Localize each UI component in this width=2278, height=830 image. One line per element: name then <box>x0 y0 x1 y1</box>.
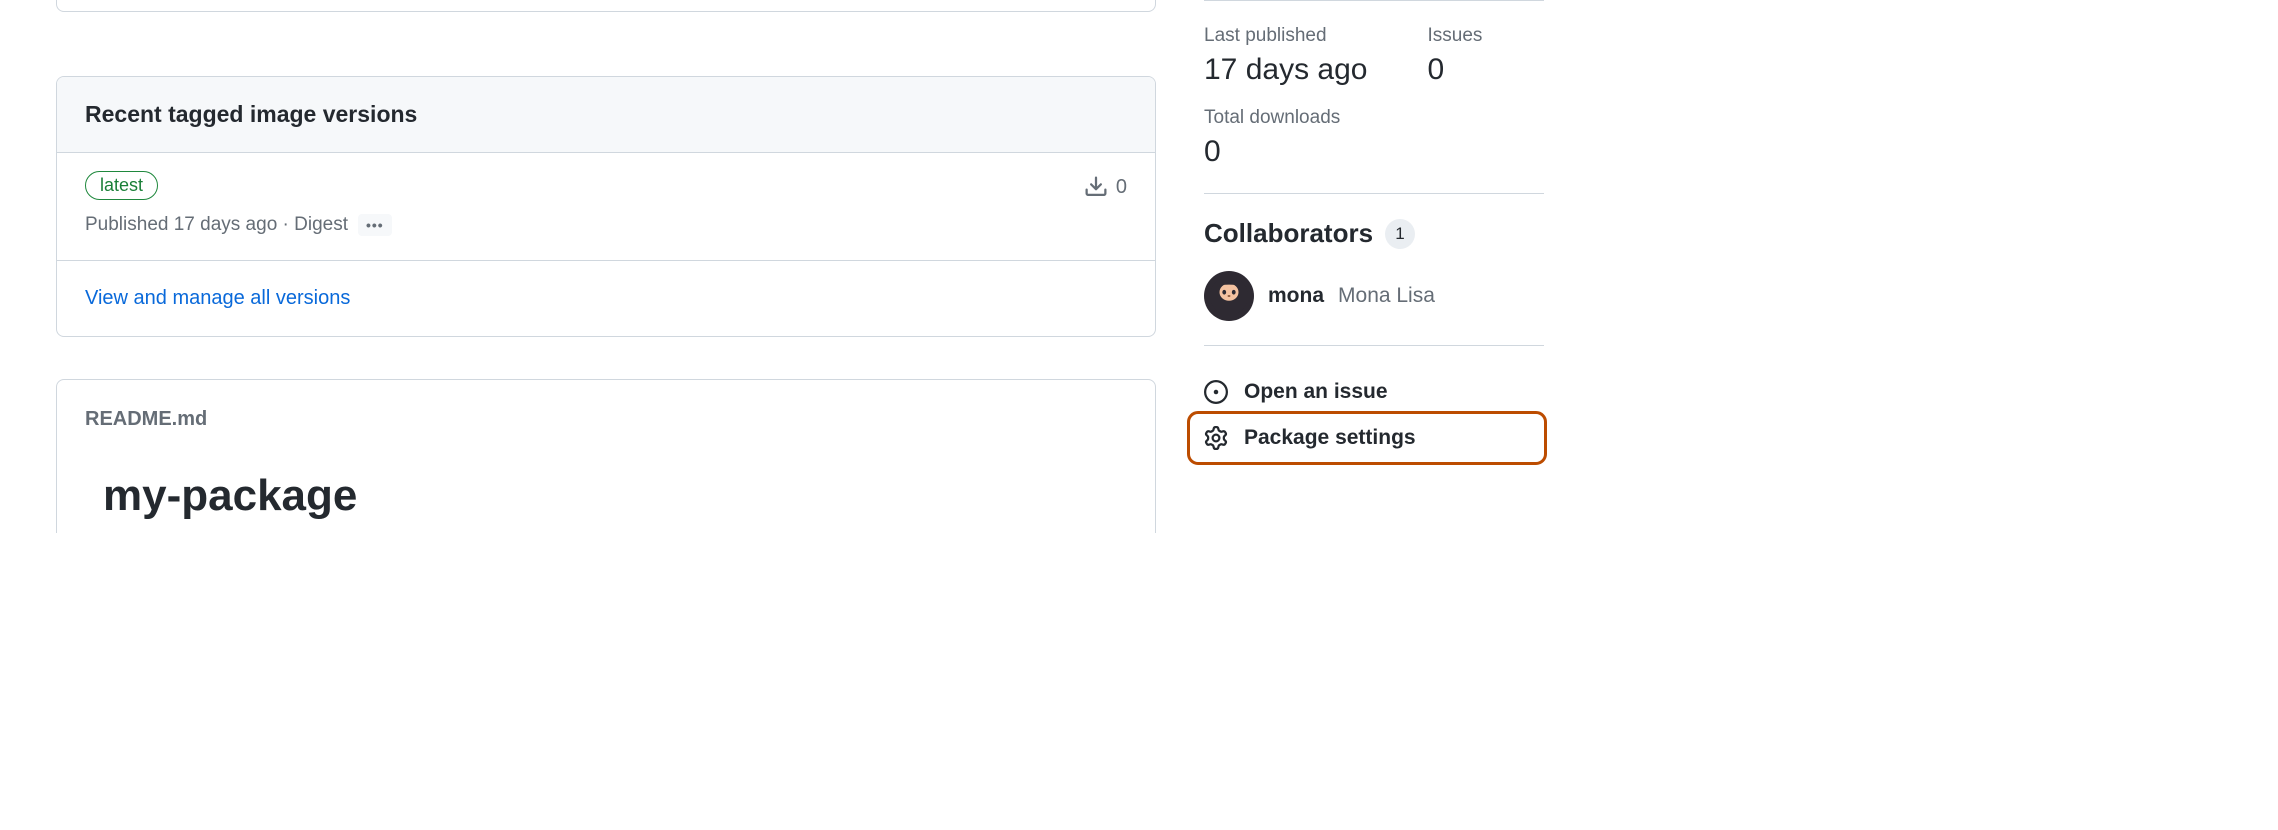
version-row: 0 latest Published 17 days ago · Digest … <box>57 153 1155 261</box>
package-settings-link[interactable]: Package settings <box>1190 414 1544 462</box>
collaborator-row[interactable]: mona Mona Lisa <box>1204 271 1544 321</box>
stats-section: Last published 17 days ago Issues 0 Tota… <box>1204 0 1544 193</box>
collaborators-count-badge: 1 <box>1385 219 1415 249</box>
recent-versions-header: Recent tagged image versions <box>57 77 1155 153</box>
issues-label: Issues <box>1427 25 1482 47</box>
actions-section: Open an issue Package settings <box>1204 345 1544 486</box>
avatar[interactable] <box>1204 271 1254 321</box>
kebab-menu-icon[interactable]: ••• <box>358 214 392 236</box>
download-icon <box>1084 175 1108 199</box>
open-issue-link[interactable]: Open an issue <box>1204 370 1544 414</box>
avatar-icon <box>1210 277 1248 315</box>
last-published-stat: Last published 17 days ago <box>1204 25 1367 87</box>
download-count-value: 0 <box>1116 176 1127 199</box>
downloads-value: 0 <box>1204 135 1544 169</box>
collaborators-section: Collaborators 1 mona Mona Lisa <box>1204 193 1544 345</box>
readme-filename: README.md <box>85 408 1127 431</box>
collaborators-title: Collaborators <box>1204 218 1373 249</box>
readme-title: my-package <box>85 471 1127 521</box>
last-published-label: Last published <box>1204 25 1367 47</box>
issues-value: 0 <box>1427 53 1482 87</box>
readme-card: README.md my-package <box>56 379 1156 533</box>
published-line: Published 17 days ago · Digest ••• <box>85 214 1127 236</box>
download-count: 0 <box>1084 175 1127 199</box>
last-published-value: 17 days ago <box>1204 53 1367 87</box>
open-issue-label: Open an issue <box>1244 380 1388 404</box>
versions-card-footer: View and manage all versions <box>57 261 1155 336</box>
sidebar: Last published 17 days ago Issues 0 Tota… <box>1204 0 1544 533</box>
package-settings-label: Package settings <box>1244 426 1416 450</box>
issue-opened-icon <box>1204 380 1228 404</box>
downloads-stat: Total downloads 0 <box>1204 107 1544 169</box>
issues-stat: Issues 0 <box>1427 25 1482 87</box>
downloads-label: Total downloads <box>1204 107 1544 129</box>
collaborator-fullname: Mona Lisa <box>1338 284 1435 308</box>
published-text: Published 17 days ago · Digest <box>85 214 348 236</box>
recent-versions-card: Recent tagged image versions 0 latest Pu… <box>56 76 1156 337</box>
version-tag-badge[interactable]: latest <box>85 171 158 200</box>
gear-icon <box>1204 426 1228 450</box>
previous-card-stub <box>56 0 1156 12</box>
collaborator-username: mona <box>1268 284 1324 308</box>
view-all-versions-link[interactable]: View and manage all versions <box>85 287 350 309</box>
